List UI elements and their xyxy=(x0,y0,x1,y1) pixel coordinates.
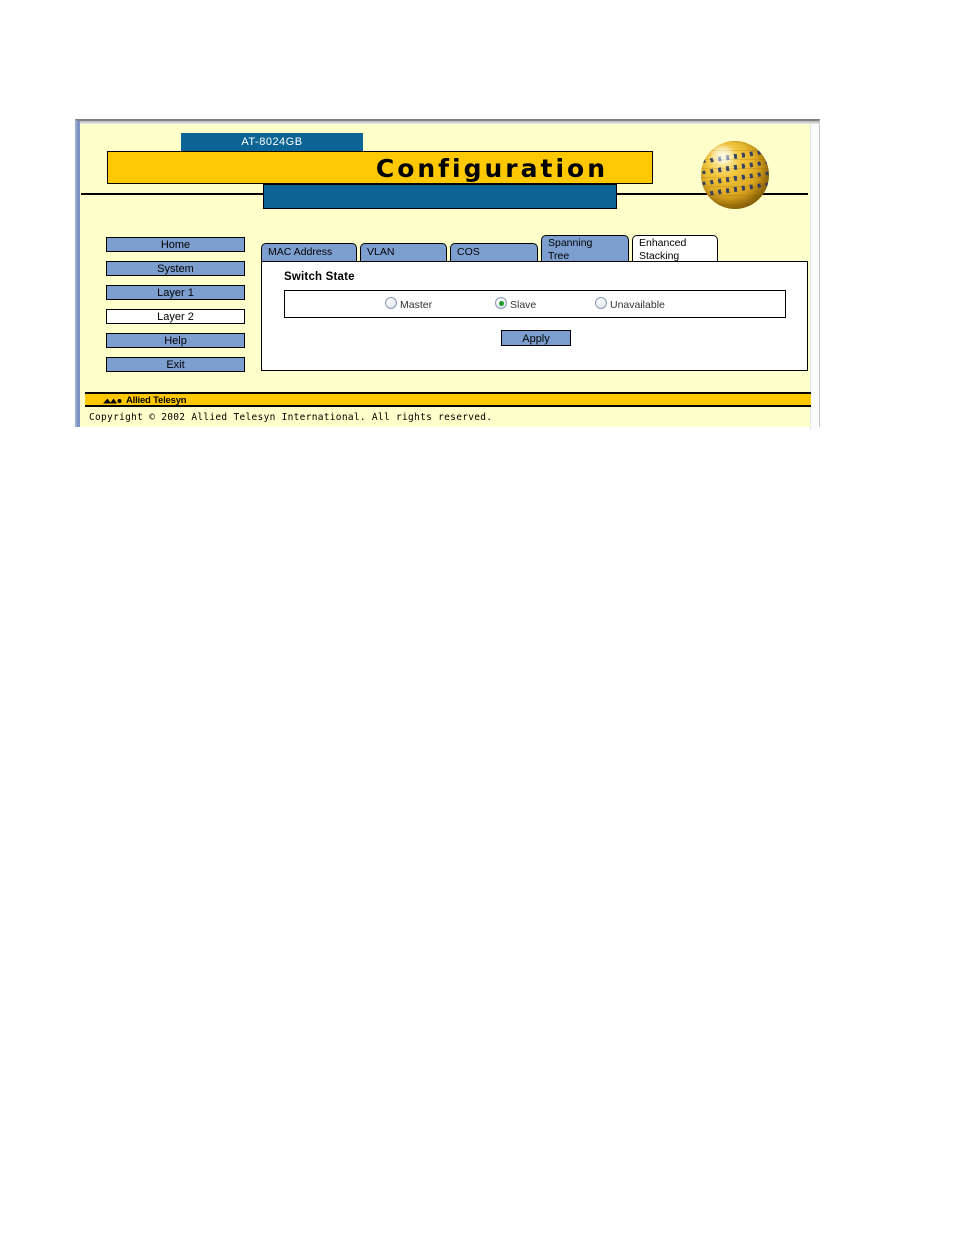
section-title-switch-state: Switch State xyxy=(284,271,355,283)
allied-telesyn-logo: Allied Telesyn xyxy=(103,395,187,406)
globe-highlight xyxy=(710,146,734,165)
radio-option-slave[interactable]: Slave xyxy=(495,297,536,311)
model-name-banner: AT-8024GB xyxy=(181,133,363,151)
allied-telesyn-logo-mark xyxy=(103,398,122,403)
copyright-text: Copyright © 2002 Allied Telesyn Internat… xyxy=(89,412,493,423)
sidebar-nav: Home System Layer 1 Layer 2 Help Exit xyxy=(106,237,245,381)
radio-circle-icon xyxy=(595,297,607,309)
page-title-bar: Configuration xyxy=(107,151,653,184)
radio-circle-icon xyxy=(385,297,397,309)
sidebar-item-system[interactable]: System xyxy=(106,261,245,276)
tab-vlan[interactable]: VLAN xyxy=(360,243,447,261)
page-title: Configuration xyxy=(375,154,608,183)
sidebar-item-exit[interactable]: Exit xyxy=(106,357,245,372)
radio-label-slave: Slave xyxy=(510,299,537,311)
tab-enhanced-stacking[interactable]: Enhanced Stacking xyxy=(632,235,718,261)
sidebar-item-layer-1[interactable]: Layer 1 xyxy=(106,285,245,300)
web-page-surface: AT-8024GB Configuration Home System Laye… xyxy=(81,125,811,427)
sub-header-banner xyxy=(263,184,617,209)
tab-spanning-tree[interactable]: Spanning Tree xyxy=(541,235,629,261)
switch-state-radio-group: Master Slave Unavailable xyxy=(284,290,786,318)
radio-option-master[interactable]: Master xyxy=(385,297,432,311)
radio-option-unavailable[interactable]: Unavailable xyxy=(595,297,665,311)
browser-window: AT-8024GB Configuration Home System Laye… xyxy=(75,119,820,430)
vertical-scrollbar[interactable] xyxy=(810,124,819,430)
radio-label-unavailable: Unavailable xyxy=(610,299,665,311)
tab-mac-address[interactable]: MAC Address xyxy=(261,243,357,261)
tab-bar: MAC Address VLAN COS Spanning Tree Enhan… xyxy=(261,235,808,261)
footer-bottom-spacer xyxy=(85,425,811,426)
window-left-edge xyxy=(77,121,80,427)
screenshot-root: AT-8024GB Configuration Home System Laye… xyxy=(0,0,954,1235)
radio-label-master: Master xyxy=(400,299,433,311)
sidebar-item-layer-2[interactable]: Layer 2 xyxy=(106,309,245,324)
globe-icon xyxy=(701,141,769,209)
allied-telesyn-logo-text: Allied Telesyn xyxy=(126,395,187,406)
window-top-chrome xyxy=(77,121,819,124)
content-panel: Switch State Master Slave Unavailable Ap… xyxy=(261,261,808,371)
footer-brand-bar: Allied Telesyn xyxy=(85,392,811,407)
tab-cos[interactable]: COS xyxy=(450,243,538,261)
sidebar-item-home[interactable]: Home xyxy=(106,237,245,252)
radio-circle-selected-icon xyxy=(495,297,507,309)
sidebar-item-help[interactable]: Help xyxy=(106,333,245,348)
apply-button[interactable]: Apply xyxy=(501,330,571,346)
